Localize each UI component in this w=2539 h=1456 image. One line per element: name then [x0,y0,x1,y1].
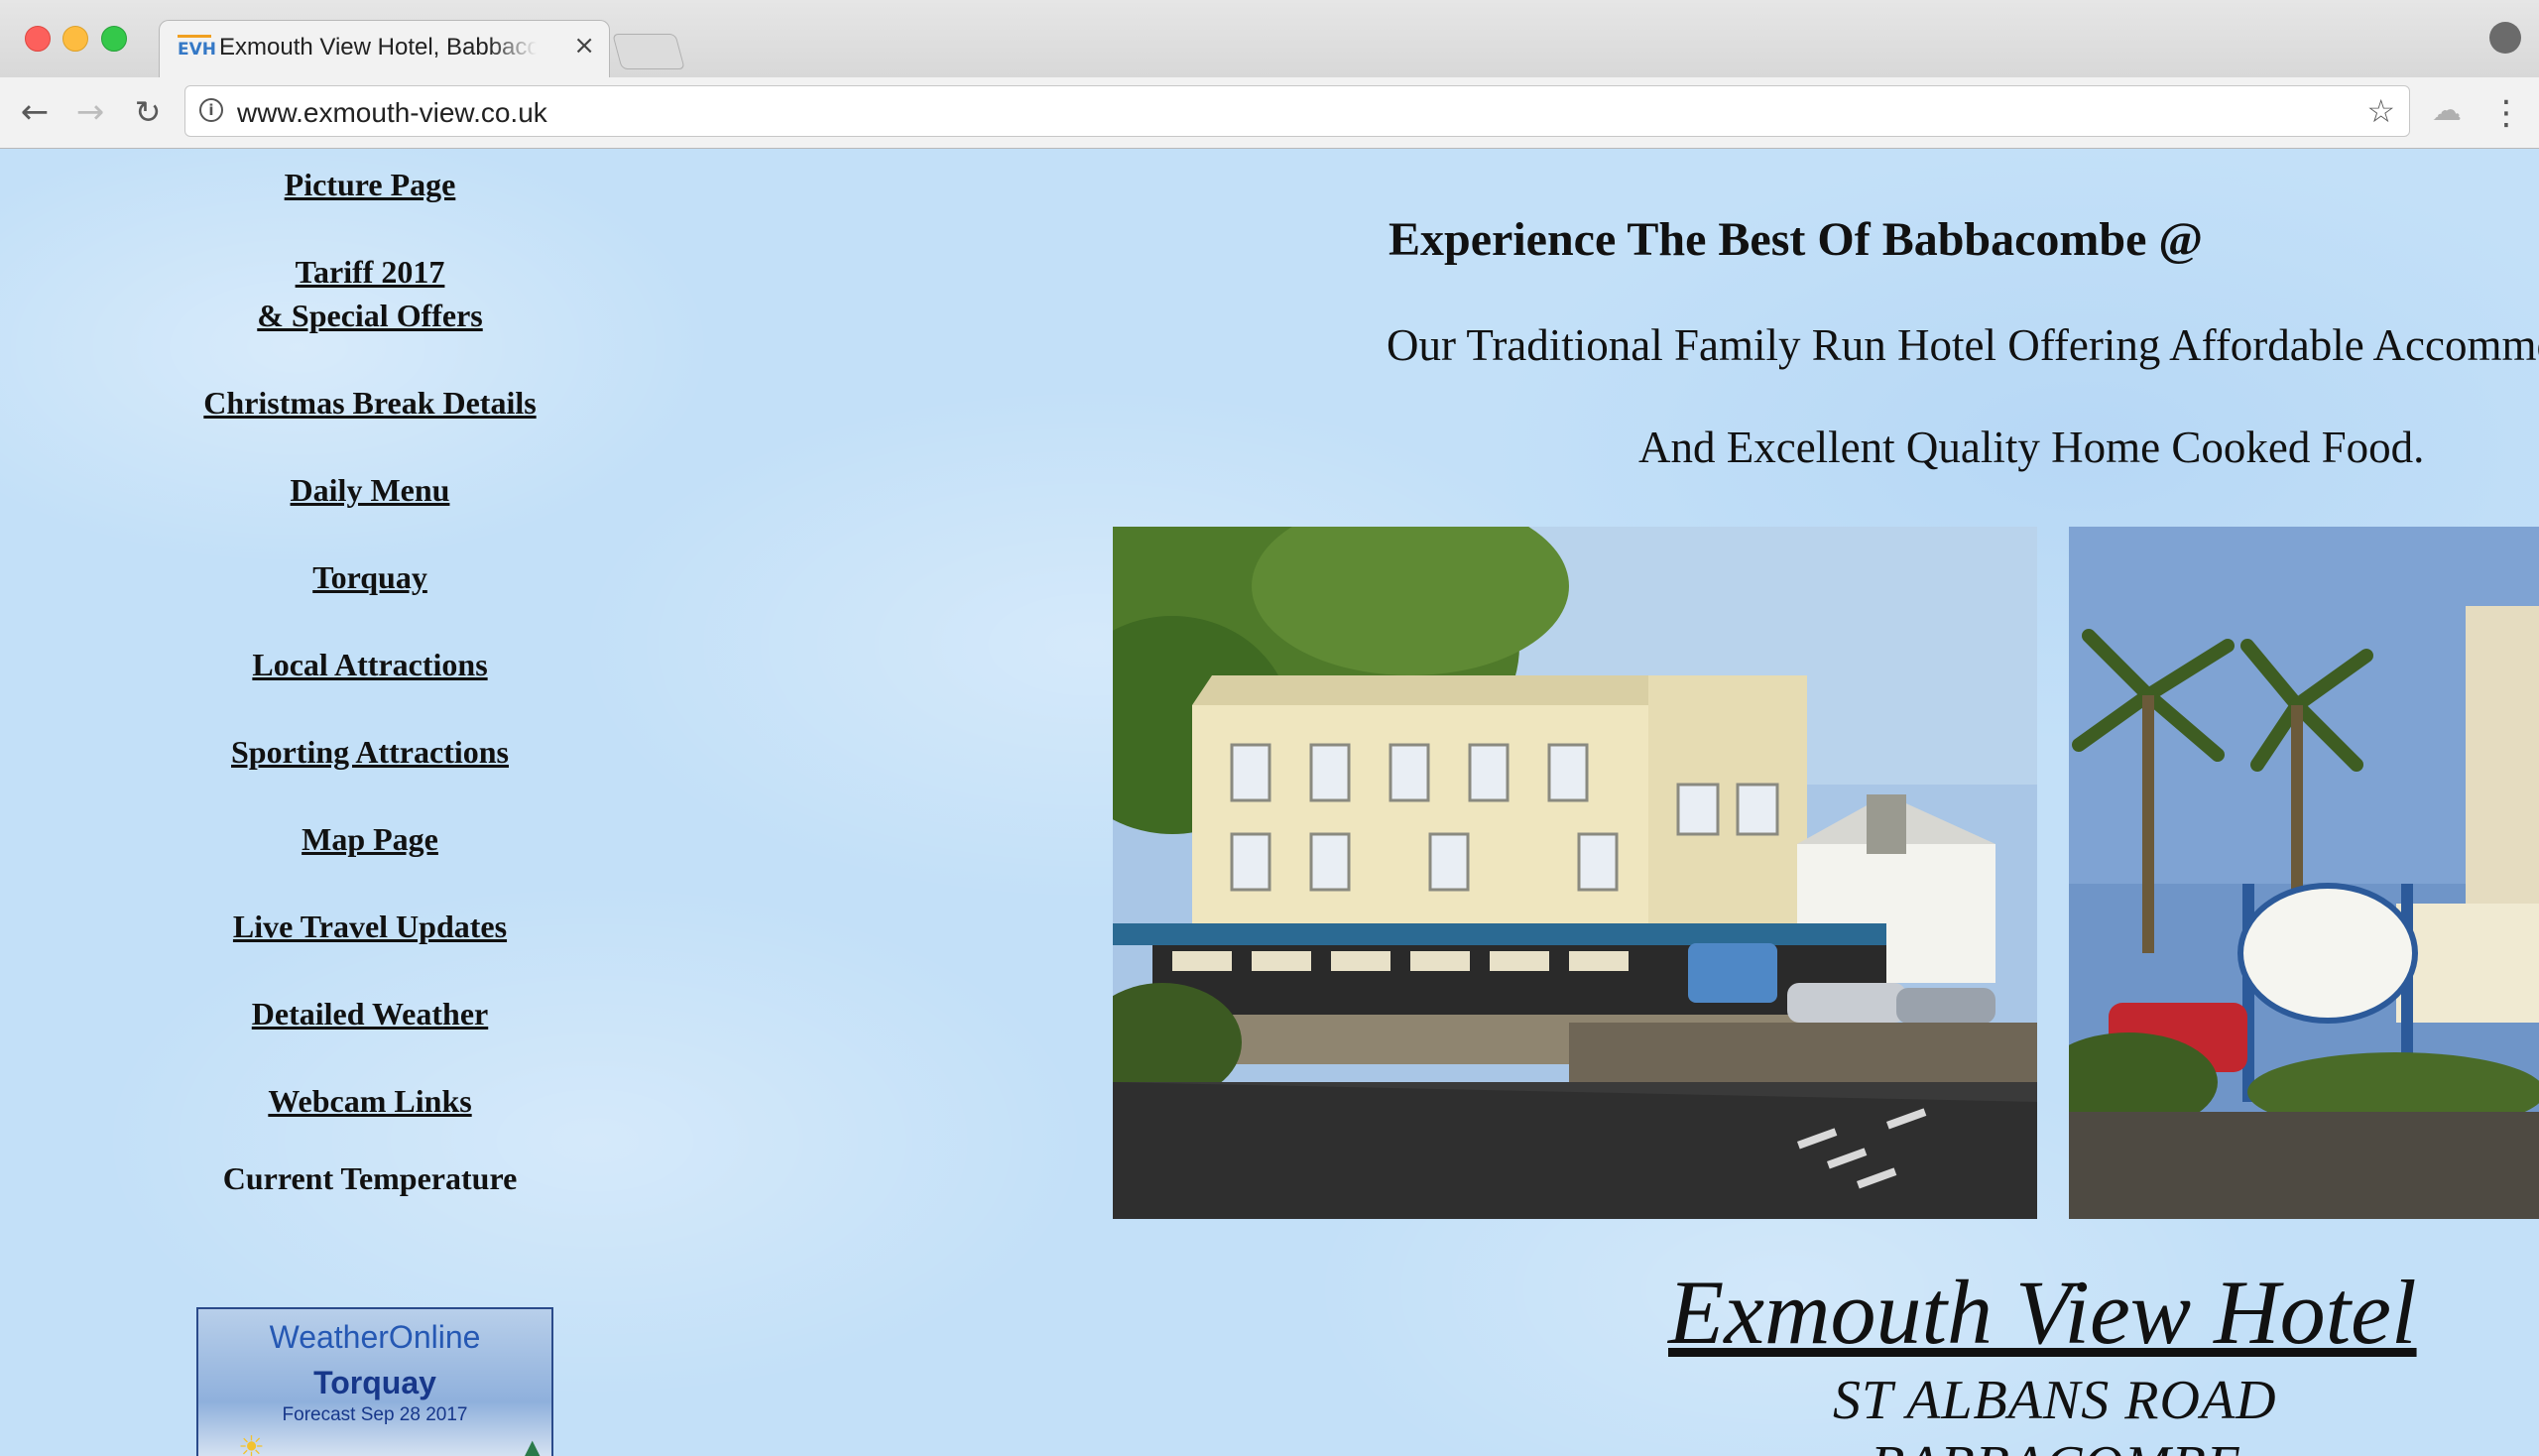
tab-title: Exmouth View Hotel, Babbacombe [219,34,537,61]
hotel-sign-photo-image [2069,527,2539,1219]
back-arrow-icon[interactable]: ← [14,91,56,133]
hotel-front-photo [1113,527,2037,1219]
star-icon[interactable]: ☆ [2366,92,2395,130]
hotel-front-photo-image [1113,527,2037,1219]
weather-widget-city: Torquay [313,1365,436,1400]
extension-icon[interactable]: ☁ [2432,96,2466,126]
weather-widget-brand: WeatherOnline [269,1319,481,1355]
current-temperature-heading: Current Temperature [222,1160,518,1196]
tab-close-icon[interactable]: × [573,31,595,61]
profile-avatar-icon[interactable] [2489,22,2521,54]
tab-active[interactable]: EVH Exmouth View Hotel, Babbacombe × [159,20,610,77]
sidebar-item-picture-page[interactable]: Picture Page [0,163,740,206]
reload-icon[interactable]: ↻ [127,91,169,133]
browser-toolbar: ← → ↻ i www.exmouth-view.co.uk ☆ ☁ ⋮ [0,77,2539,149]
hotel-sign-photo [2069,527,2539,1219]
sidebar-item-christmas-break[interactable]: Christmas Break Details [0,381,740,425]
close-window-button[interactable] [25,26,51,52]
sidebar-item-detailed-weather[interactable]: Detailed Weather [0,992,740,1035]
sidebar-item-sporting-attractions[interactable]: Sporting Attractions [0,730,740,774]
web-page: Picture Page Tariff 2017 & Special Offer… [0,149,2539,1456]
sidebar-item-torquay[interactable]: Torquay [0,555,740,599]
sidebar-item-live-travel[interactable]: Live Travel Updates [0,905,740,948]
address-line-2: BABBACOMBE [1871,1434,2241,1456]
weather-widget[interactable]: WeatherOnline Torquay Forecast Sep 28 20… [196,1307,553,1456]
tagline-food: And Excellent Quality Home Cooked Food. [1638,423,2425,472]
tagline-accommodation: Our Traditional Family Run Hotel Offerin… [1387,320,2539,370]
hotel-name-heading[interactable]: Exmouth View Hotel [1668,1260,2417,1365]
sidebar-item-webcam-links[interactable]: Webcam Links [0,1079,740,1123]
address-bar[interactable]: i www.exmouth-view.co.uk ☆ [184,85,2410,137]
sidebar-item-map-page[interactable]: Map Page [0,817,740,861]
sidebar-item-local-attractions[interactable]: Local Attractions [0,643,740,686]
address-line-1: ST ALBANS ROAD [1833,1370,2277,1431]
browser-chrome: EVH Exmouth View Hotel, Babbacombe × ← →… [0,0,2539,149]
wind-arrow-icon: ▲ [523,1434,542,1456]
minimize-window-button[interactable] [62,26,88,52]
sidebar-item-daily-menu[interactable]: Daily Menu [0,468,740,512]
sidebar-item-tariff[interactable]: Tariff 2017 [0,250,740,294]
tab-bar: EVH Exmouth View Hotel, Babbacombe × [0,0,2539,77]
kebab-menu-icon[interactable]: ⋮ [2489,93,2523,133]
url-text[interactable]: www.exmouth-view.co.uk [237,97,547,129]
weather-widget-forecast: Forecast Sep 28 2017 [282,1404,468,1425]
forward-arrow-icon[interactable]: → [69,91,111,133]
favicon-icon: EVH [178,35,216,65]
new-tab-button[interactable] [612,34,685,69]
maximize-window-button[interactable] [101,26,127,52]
page-headline: Experience The Best Of Babbacombe @ [1389,213,2204,266]
sidebar-item-special-offers[interactable]: & Special Offers [0,294,740,337]
info-icon[interactable]: i [199,98,223,122]
sun-icon: ☀ [238,1430,265,1456]
